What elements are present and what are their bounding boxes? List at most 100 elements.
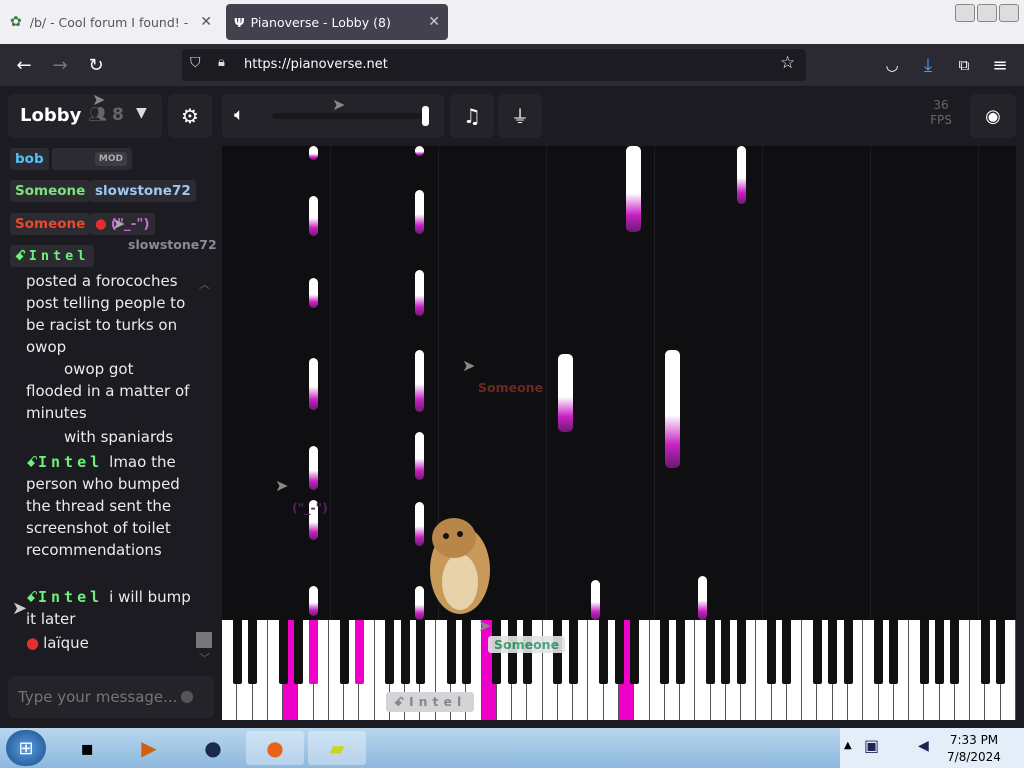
black-key[interactable]	[354, 620, 364, 684]
download-icon[interactable]: ⤓	[916, 53, 940, 77]
back-arrow-icon[interactable]: ←	[12, 53, 36, 77]
notes-icon[interactable]: ▰	[308, 731, 366, 765]
discord-button[interactable]: ◉	[970, 94, 1016, 138]
close-window-button[interactable]	[999, 4, 1019, 22]
black-key[interactable]	[706, 620, 716, 684]
media-player-icon[interactable]: ▶	[120, 731, 178, 765]
black-key[interactable]	[232, 620, 242, 684]
black-key[interactable]	[461, 620, 471, 684]
black-key[interactable]	[996, 620, 1006, 684]
room-name[interactable]: Lobby	[20, 105, 81, 126]
black-key[interactable]	[385, 620, 395, 684]
black-key[interactable]	[767, 620, 777, 684]
send-icon[interactable]: ●	[180, 686, 194, 705]
black-key[interactable]	[813, 620, 822, 684]
restore-button[interactable]	[977, 4, 997, 22]
minimize-button[interactable]	[955, 4, 975, 22]
cursor-arrow-icon: ➤	[112, 214, 126, 233]
chat-input-box[interactable]: ●	[8, 676, 214, 718]
black-key[interactable]	[278, 620, 288, 684]
clock[interactable]: 7:33 PM 7/8/2024	[944, 732, 1004, 766]
cursor-arrow-icon: ➤	[462, 356, 476, 375]
music-button[interactable]: ♫	[450, 94, 494, 138]
forward-arrow-icon[interactable]: →	[48, 53, 72, 77]
user-intel[interactable]: ꗃ Intel	[10, 245, 95, 267]
falling-note	[309, 196, 318, 236]
volume-handle[interactable]	[422, 106, 429, 126]
black-key[interactable]	[782, 620, 792, 684]
tray-chevron-icon[interactable]: ▲	[844, 740, 852, 751]
cursor-arrow-icon: ➤	[478, 616, 492, 635]
chat-input[interactable]	[18, 686, 178, 708]
url-bar[interactable]: ⛉ 🔒︎ https://pianoverse.net ☆	[182, 49, 806, 81]
black-key[interactable]	[675, 620, 685, 684]
volume-slider[interactable]	[272, 113, 430, 119]
black-key[interactable]	[614, 620, 624, 684]
black-key[interactable]	[874, 620, 884, 684]
close-icon[interactable]: ✕	[428, 14, 440, 30]
black-key[interactable]	[599, 620, 609, 684]
settings-button[interactable]: ⚙	[168, 94, 212, 138]
reload-icon[interactable]: ↻	[84, 53, 108, 77]
lock-icon[interactable]: 🔒︎	[218, 55, 225, 70]
black-key[interactable]	[339, 620, 349, 684]
black-key[interactable]	[568, 620, 578, 684]
user-slowstone72[interactable]: slowstone72	[90, 180, 196, 202]
start-button[interactable]: ⊞	[6, 730, 46, 766]
black-key[interactable]	[660, 620, 670, 684]
volume-tray-icon[interactable]: ◀	[918, 738, 929, 754]
globe-icon[interactable]: ●	[184, 731, 242, 765]
firefox-icon[interactable]: ●	[246, 731, 304, 765]
black-key[interactable]	[935, 620, 945, 684]
black-key[interactable]	[843, 620, 853, 684]
hamster-eye	[457, 531, 463, 537]
falling-note	[415, 190, 424, 234]
network-icon[interactable]: ▣	[864, 736, 879, 755]
black-key[interactable]	[980, 620, 990, 684]
scroll-up-icon[interactable]: ︿	[199, 276, 210, 292]
black-key[interactable]	[416, 620, 425, 684]
black-key[interactable]	[828, 620, 838, 684]
user-mod[interactable]: MOD	[52, 148, 132, 170]
black-key[interactable]	[919, 620, 929, 684]
user-someone[interactable]: Someone	[10, 180, 91, 202]
hamster-eye	[443, 533, 449, 539]
intel-icon: ꗃ	[26, 588, 38, 606]
falling-note	[558, 354, 573, 432]
shield-icon[interactable]: ⛉	[190, 55, 201, 71]
piano-keyboard[interactable]	[222, 620, 1016, 720]
extensions-icon[interactable]: ⧉	[952, 53, 976, 77]
black-key[interactable]	[950, 620, 960, 684]
scroll-thumb[interactable]	[196, 632, 212, 648]
user-bob[interactable]: bob	[10, 148, 49, 170]
tab-pianoverse[interactable]: Ψ Pianoverse - Lobby (8) ✕	[226, 4, 448, 40]
tab-forum[interactable]: ✿ /b/ - Cool forum I found! - Ran ✕	[4, 4, 220, 40]
black-key[interactable]	[446, 620, 456, 684]
black-key[interactable]	[721, 620, 731, 684]
chevron-down-icon[interactable]: ▼	[136, 105, 147, 121]
menu-icon[interactable]: ≡	[988, 53, 1012, 77]
chat-message: with spaniards	[64, 428, 174, 446]
close-icon[interactable]: ✕	[200, 14, 212, 30]
black-key[interactable]	[629, 620, 639, 684]
black-key[interactable]	[309, 620, 319, 684]
black-key[interactable]	[248, 620, 258, 684]
black-key[interactable]	[293, 620, 303, 684]
taskbar-app-icon[interactable]: ▪	[58, 731, 116, 765]
scroll-down-icon[interactable]: ﹀	[199, 650, 210, 666]
falling-note	[626, 146, 641, 232]
black-key[interactable]	[889, 620, 899, 684]
falling-note	[309, 586, 318, 616]
url-text[interactable]: https://pianoverse.net	[244, 57, 388, 72]
chat-scrollbar[interactable]: ︿ ﹀	[196, 276, 212, 666]
pianoverse-icon: Ψ	[234, 14, 245, 30]
pocket-icon[interactable]: ◡	[880, 53, 904, 77]
black-key[interactable]	[400, 620, 410, 684]
speaker-icon[interactable]: 🔈︎	[234, 105, 244, 125]
user-someone-red[interactable]: Someone	[10, 213, 91, 235]
black-key[interactable]	[736, 620, 746, 684]
midi-button[interactable]: ⏚	[498, 94, 542, 138]
room-selector[interactable]: Lobby 👥︎ 8 ▼	[8, 94, 162, 138]
bookmark-star-icon[interactable]: ☆	[780, 53, 795, 73]
cursor-arrow-icon: ➤	[12, 598, 28, 619]
